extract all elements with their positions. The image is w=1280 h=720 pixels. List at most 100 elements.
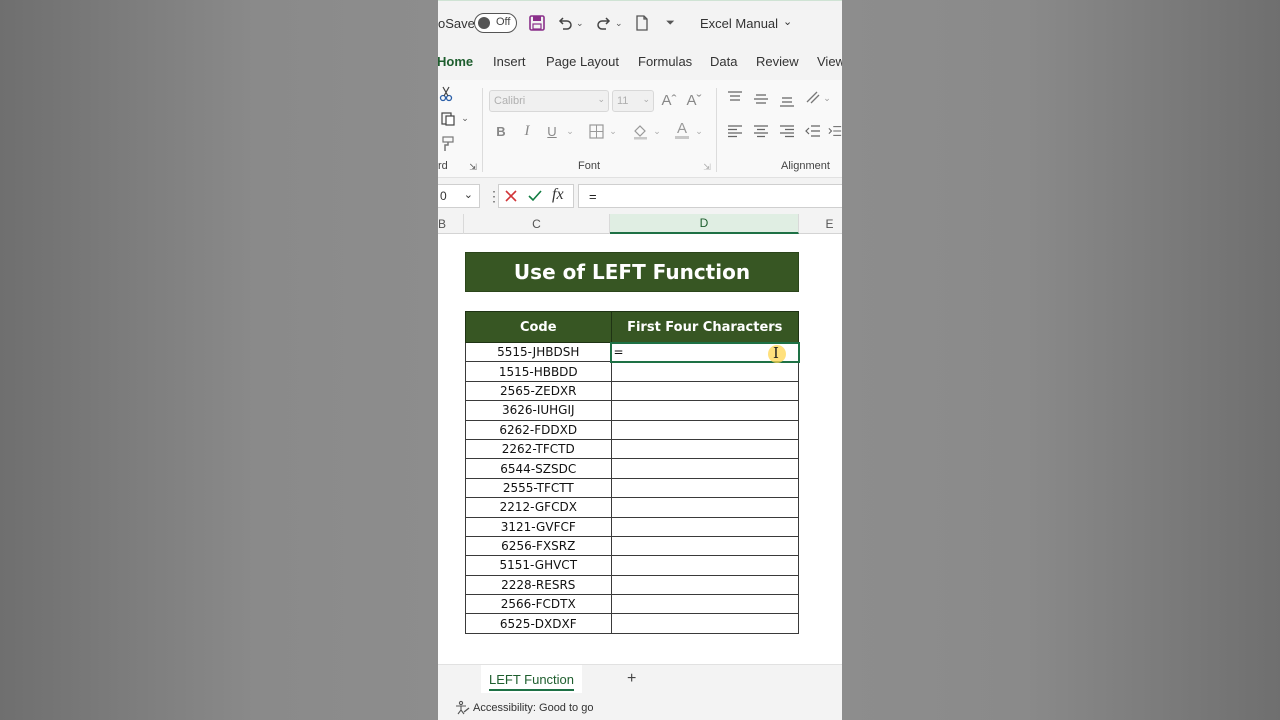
file-name-button[interactable]: Excel Manual ⌄ bbox=[700, 1, 792, 45]
code-cell[interactable]: 1515-HBBDD bbox=[465, 361, 612, 382]
format-painter-button[interactable] bbox=[438, 134, 456, 154]
result-cell[interactable] bbox=[610, 438, 800, 460]
code-cell[interactable]: 5151-GHVCT bbox=[465, 555, 612, 576]
dialog-launcher-icon[interactable]: ⇲ bbox=[702, 161, 712, 173]
chevron-down-icon[interactable]: ⌄ bbox=[615, 18, 623, 29]
font-size-select[interactable]: 11 ⌄ bbox=[612, 90, 654, 112]
add-sheet-icon[interactable]: + bbox=[627, 670, 636, 688]
redo-button[interactable]: ⌄ bbox=[595, 1, 623, 45]
font-name-select[interactable]: Calibri ⌄ bbox=[489, 90, 609, 112]
code-cell[interactable]: 2565-ZEDXR bbox=[465, 380, 612, 402]
code-cell[interactable]: 2212-GFCDX bbox=[465, 497, 612, 518]
customize-toolbar-icon[interactable]: ⏷ bbox=[666, 1, 675, 45]
code-cell[interactable]: 2566-FCDTX bbox=[465, 594, 612, 615]
chevron-down-icon[interactable]: ⌄ bbox=[565, 121, 575, 141]
code-cell[interactable]: 2228-RESRS bbox=[465, 574, 612, 596]
increase-font-size-icon[interactable]: Aˆ bbox=[659, 89, 679, 111]
result-cell[interactable] bbox=[610, 594, 800, 615]
cancel-button[interactable] bbox=[503, 188, 519, 209]
code-cell[interactable]: 6544-SZSDC bbox=[465, 458, 612, 479]
code-cell[interactable]: 6256-FXSRZ bbox=[465, 535, 612, 557]
header-code[interactable]: Code bbox=[465, 311, 612, 343]
sheet-tab-left-function[interactable]: LEFT Function bbox=[481, 665, 583, 693]
formula-input[interactable]: = bbox=[578, 184, 842, 208]
header-first-four[interactable]: First Four Characters bbox=[610, 311, 800, 343]
font-color-button[interactable]: A bbox=[672, 118, 692, 142]
code-cell[interactable]: 6262-FDDXD bbox=[465, 419, 612, 440]
column-header-d[interactable]: D bbox=[610, 214, 799, 234]
result-cell[interactable] bbox=[610, 497, 800, 518]
save-button[interactable] bbox=[528, 1, 546, 45]
accessibility-icon[interactable] bbox=[455, 700, 470, 718]
name-box[interactable]: 0 ⌄ bbox=[438, 184, 480, 208]
column-header-b[interactable]: B bbox=[438, 214, 464, 234]
font-name-value: Calibri bbox=[494, 95, 526, 107]
decrease-indent-button[interactable] bbox=[804, 122, 822, 140]
tab-page-layout[interactable]: Page Layout bbox=[546, 54, 619, 69]
result-cell[interactable] bbox=[610, 477, 800, 499]
new-file-button[interactable] bbox=[634, 1, 650, 45]
decrease-font-size-icon[interactable]: Aˇ bbox=[684, 89, 704, 111]
accessibility-status[interactable]: Accessibility: Good to go bbox=[473, 702, 593, 714]
column-header-c[interactable]: C bbox=[464, 214, 610, 234]
tab-home[interactable]: Home bbox=[438, 54, 473, 83]
result-cell[interactable] bbox=[610, 535, 800, 557]
enter-button[interactable] bbox=[527, 188, 543, 209]
chevron-down-icon[interactable]: ⌄ bbox=[608, 121, 618, 141]
code-cell[interactable]: 3626-IUHGIJ bbox=[465, 400, 612, 421]
result-cell[interactable] bbox=[610, 458, 800, 479]
borders-button[interactable] bbox=[587, 121, 605, 141]
align-right-button[interactable] bbox=[778, 122, 796, 140]
code-cell[interactable]: 5515-JHBDSH bbox=[465, 341, 612, 363]
increase-indent-button[interactable] bbox=[828, 122, 842, 140]
dialog-launcher-icon[interactable]: ⇲ bbox=[468, 161, 478, 173]
fill-color-button[interactable] bbox=[630, 121, 650, 141]
code-cell[interactable]: 3121-GVFCF bbox=[465, 516, 612, 537]
worksheet[interactable]: Use of LEFT Function Code First Four Cha… bbox=[438, 234, 842, 664]
orientation-button[interactable]: ⌄ bbox=[804, 89, 832, 107]
result-cell[interactable] bbox=[610, 380, 800, 402]
tab-formulas[interactable]: Formulas bbox=[638, 54, 692, 69]
result-cell[interactable] bbox=[610, 516, 800, 537]
chevron-down-icon: ⌄ bbox=[597, 94, 605, 104]
undo-button[interactable]: ⌄ bbox=[556, 1, 584, 45]
underline-icon[interactable]: U bbox=[544, 121, 560, 141]
align-top-button[interactable] bbox=[726, 88, 744, 106]
code-cell[interactable]: 2555-TFCTT bbox=[465, 477, 612, 499]
chevron-down-icon[interactable]: ⌄ bbox=[694, 121, 704, 141]
table-row: 6256-FXSRZ bbox=[465, 535, 800, 557]
chevron-down-icon[interactable]: ⌄ bbox=[652, 121, 662, 141]
result-cell[interactable] bbox=[610, 361, 800, 382]
tab-view[interactable]: View bbox=[817, 54, 842, 69]
tab-data[interactable]: Data bbox=[710, 54, 737, 69]
cut-button[interactable] bbox=[438, 84, 454, 104]
table-row: 5515-JHBDSH = bbox=[465, 341, 800, 363]
align-middle-button[interactable] bbox=[752, 90, 770, 108]
align-bottom-icon bbox=[780, 97, 794, 107]
tab-insert[interactable]: Insert bbox=[493, 54, 526, 69]
autosave-toggle[interactable]: Off bbox=[474, 13, 517, 33]
bold-icon[interactable]: B bbox=[493, 121, 509, 141]
chevron-down-icon: ⌄ bbox=[461, 112, 469, 123]
result-cell[interactable] bbox=[610, 400, 800, 421]
code-cell[interactable]: 2262-TFCTD bbox=[465, 438, 612, 460]
column-header-e[interactable]: E bbox=[799, 214, 842, 234]
result-cell[interactable] bbox=[610, 613, 800, 634]
table-header-row: Code First Four Characters bbox=[465, 311, 800, 343]
chevron-down-icon[interactable]: ⌄ bbox=[576, 18, 584, 29]
check-icon bbox=[528, 190, 542, 202]
result-cell[interactable] bbox=[610, 419, 800, 440]
align-bottom-button[interactable] bbox=[778, 92, 796, 110]
tab-review[interactable]: Review bbox=[756, 54, 799, 69]
result-cell[interactable] bbox=[610, 555, 800, 576]
sheet-title[interactable]: Use of LEFT Function bbox=[465, 252, 799, 292]
text-orientation-icon bbox=[806, 91, 820, 104]
italic-icon[interactable]: I bbox=[519, 121, 535, 141]
code-cell[interactable]: 6525-DXDXF bbox=[465, 613, 612, 634]
result-cell[interactable] bbox=[610, 574, 800, 596]
align-center-button[interactable] bbox=[752, 122, 770, 140]
table-row: 6262-FDDXD bbox=[465, 419, 800, 440]
align-left-button[interactable] bbox=[726, 122, 744, 140]
fx-icon[interactable]: fx bbox=[552, 186, 564, 204]
copy-button[interactable]: ⌄ bbox=[438, 108, 472, 128]
